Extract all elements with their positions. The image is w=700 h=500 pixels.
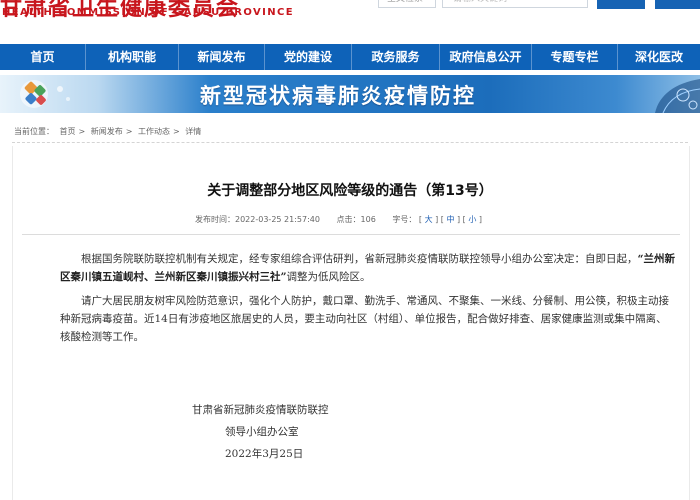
breadcrumb-work[interactable]: 工作动态 [138, 127, 170, 136]
breadcrumb-news[interactable]: 新闻发布 [91, 127, 123, 136]
banner-logo-icon [20, 80, 70, 108]
breadcrumb-divider [12, 142, 688, 143]
article-paragraph-2: 请广大居民朋友树牢风险防范意识，强化个人防护，戴口罩、勤洗手、常通风、不聚集、一… [60, 295, 669, 343]
meta-divider [22, 234, 680, 235]
site-header: 甘肃省卫生健康委员会 HEALTH COMMISSION OF GANSU PR… [0, 0, 700, 44]
site-logo-en: HEALTH COMMISSION OF GANSU PROVINCE [2, 7, 295, 18]
banner-title: 新型冠状病毒肺炎疫情防控 [200, 84, 476, 108]
article-meta: 发布时间：2022-03-25 21:57:40 点击：106 字号： [ 大 … [195, 215, 482, 224]
article-title: 关于调整部分地区风险等级的通告（第13号） [207, 183, 493, 199]
virus-icon [655, 79, 700, 113]
signature-date: 2022年3月25日 [225, 448, 304, 460]
search-input[interactable]: 请输入关键词 [442, 0, 588, 8]
font-small-link[interactable]: 小 [468, 215, 476, 224]
font-medium-link[interactable]: 中 [446, 215, 454, 224]
breadcrumb-home[interactable]: 首页 [60, 127, 76, 136]
breadcrumb-label: 当前位置： [14, 127, 54, 136]
date-label: 发布时间： [195, 215, 235, 224]
covid-banner[interactable]: 新型冠状病毒肺炎疫情防控 [0, 75, 700, 113]
views-label: 点击： [336, 215, 361, 224]
publish-date: 2022-03-25 21:57:40 [235, 215, 320, 224]
nav-item-functions[interactable]: 机构职能 [86, 44, 179, 70]
nav-item-party[interactable]: 党的建设 [265, 44, 352, 70]
font-size-label: 字号： [392, 215, 417, 224]
nav-item-disclosure[interactable]: 政府信息公开 [440, 44, 532, 70]
nav-item-services[interactable]: 政务服务 [352, 44, 440, 70]
main-nav: 首页 机构职能 新闻发布 党的建设 政务服务 政府信息公开 专题专栏 深化医改 [0, 44, 700, 70]
article-paragraph-1: 根据国务院联防联控机制有关规定，经专家组综合评估研判，省新冠肺炎疫情联防联控领导… [60, 253, 676, 283]
search-scope-select[interactable]: 全文检索 [378, 0, 436, 8]
header-side-button[interactable] [655, 0, 700, 9]
nav-item-topics[interactable]: 专题专栏 [532, 44, 618, 70]
nav-item-reform[interactable]: 深化医改 [618, 44, 700, 70]
nav-item-news[interactable]: 新闻发布 [179, 44, 265, 70]
nav-item-home[interactable]: 首页 [0, 44, 86, 70]
breadcrumb-detail: 详情 [185, 127, 202, 136]
font-large-link[interactable]: 大 [425, 215, 433, 224]
signature-org-line1: 甘肃省新冠肺炎疫情联防联控 [192, 404, 329, 416]
signature-org-line2: 领导小组办公室 [225, 426, 299, 438]
view-count: 106 [360, 215, 376, 224]
search-button[interactable] [597, 0, 645, 9]
breadcrumb: 当前位置： 首页 > 新闻发布 > 工作动态 > 详情 [14, 127, 202, 136]
